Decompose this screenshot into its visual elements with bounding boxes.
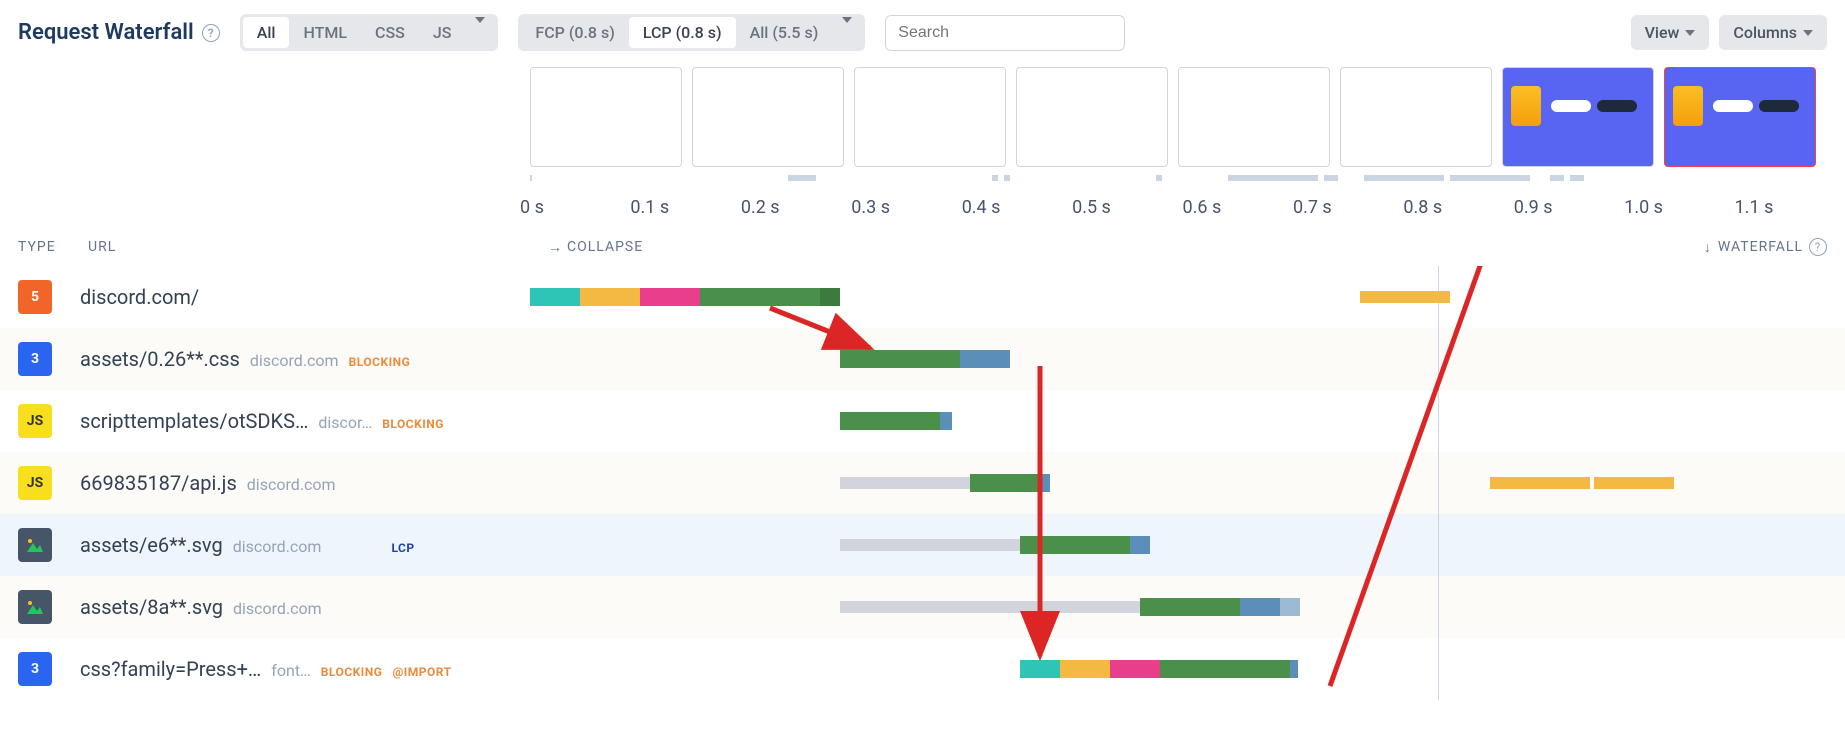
filter-css[interactable]: CSS [361,17,419,48]
table-row[interactable]: assets/e6**.svg discord.com LCP [0,514,1845,576]
metric-fcp[interactable]: FCP (0.8 s) [521,17,628,48]
filmstrip-frame[interactable] [854,67,1006,167]
search-input[interactable] [885,15,1125,51]
filmstrip-frame[interactable] [1016,67,1168,167]
axis-tick: 0.4 s [962,197,1072,218]
metric-lcp[interactable]: LCP (0.8 s) [629,17,736,48]
js-icon: JS [18,404,52,438]
table-row[interactable]: 3 css?family=Press+… font… BLOCKING @IMP… [0,638,1845,700]
table-row[interactable]: JS 669835187/api.js discord.com [0,452,1845,514]
axis-tick: 1.0 s [1624,197,1734,218]
timeline-bar [530,288,1827,306]
title-text: Request Waterfall [18,20,194,45]
request-domain: discord.com [250,351,339,370]
filmstrip-frame[interactable] [1340,67,1492,167]
filter-all[interactable]: All [243,17,290,48]
request-url: assets/0.26**.css [80,347,240,371]
image-icon [18,528,52,562]
timeline-bar [530,474,1827,492]
blocking-badge: BLOCKING [349,355,411,369]
filter-more[interactable] [465,17,495,48]
help-icon[interactable]: ? [202,24,220,42]
filmstrip-frame[interactable] [530,67,682,167]
col-type[interactable]: TYPE [18,239,88,255]
request-url: assets/e6**.svg [80,533,223,557]
page-title: Request Waterfall ? [18,20,220,45]
chevron-down-icon [842,17,852,42]
columns-button[interactable]: Columns [1719,15,1827,50]
lcp-badge: LCP [391,541,414,555]
filmstrip-frame[interactable] [1178,67,1330,167]
axis-tick: 0.9 s [1514,197,1624,218]
chevron-down-icon [1685,30,1695,36]
request-domain: discor… [318,413,372,432]
blocking-badge: BLOCKING [382,417,444,431]
request-domain: discord.com [233,599,322,618]
request-rows: 5 discord.com/ 3 assets/0.26**.css disco… [0,266,1845,700]
request-domain: font… [271,661,310,680]
timeline-bar [530,598,1827,616]
table-row[interactable]: 3 assets/0.26**.css discord.com BLOCKING [0,328,1845,390]
timeline-bar [530,536,1827,554]
col-url[interactable]: URL [88,239,548,255]
import-badge: @IMPORT [392,665,451,679]
timeline-bar [530,350,1827,368]
col-waterfall[interactable]: ↓ WATERFALL ? [1704,238,1827,256]
collapse-button[interactable]: → COLLAPSE [548,239,643,256]
table-row[interactable]: JS scripttemplates/otSDKS… discor… BLOCK… [0,390,1845,452]
filmstrip-frame[interactable] [1664,67,1816,167]
js-icon: JS [18,466,52,500]
request-url: 669835187/api.js [80,471,237,495]
request-domain: discord.com [247,475,336,494]
filter-js[interactable]: JS [419,17,466,48]
axis-tick: 0.1 s [630,197,740,218]
css-icon: 3 [18,342,52,376]
filmstrip-frame[interactable] [1502,67,1654,167]
axis-tick: 0.2 s [741,197,851,218]
timeline-bar [530,412,1827,430]
filter-html[interactable]: HTML [289,17,361,48]
request-url: css?family=Press+… [80,657,261,681]
css-icon: 3 [18,652,52,686]
blocking-badge: BLOCKING [321,665,383,679]
cpu-flame-bar [530,175,1845,185]
image-icon [18,590,52,624]
axis-tick: 1.1 s [1735,197,1845,218]
filmstrip-frame[interactable] [692,67,844,167]
axis-tick: 0.3 s [851,197,961,218]
chevron-down-icon [1803,30,1813,36]
filmstrip [530,67,1845,167]
axis-tick: 0.6 s [1183,197,1293,218]
request-url: assets/8a**.svg [80,595,223,619]
table-row[interactable]: 5 discord.com/ [0,266,1845,328]
metric-filter-group: FCP (0.8 s) LCP (0.8 s) All (5.5 s) [518,14,865,51]
column-headers: TYPE URL → COLLAPSE ↓ WATERFALL ? [0,232,1845,266]
axis-tick: 0.8 s [1403,197,1513,218]
timeline-bar [530,660,1827,678]
help-icon[interactable]: ? [1809,238,1827,256]
metric-more[interactable] [832,17,862,48]
table-row[interactable]: assets/8a**.svg discord.com [0,576,1845,638]
axis-tick: 0 s [520,197,630,218]
type-filter-group: All HTML CSS JS [240,14,499,51]
metric-all[interactable]: All (5.5 s) [736,17,833,48]
view-button[interactable]: View [1631,15,1710,50]
time-axis: 0 s 0.1 s 0.2 s 0.3 s 0.4 s 0.5 s 0.6 s … [520,187,1845,232]
axis-tick: 0.5 s [1072,197,1182,218]
html-icon: 5 [18,280,52,314]
request-domain: discord.com [233,537,322,556]
axis-tick: 0.7 s [1293,197,1403,218]
chevron-down-icon [475,17,485,42]
request-url: scripttemplates/otSDKS… [80,409,308,433]
request-url: discord.com/ [80,285,199,309]
